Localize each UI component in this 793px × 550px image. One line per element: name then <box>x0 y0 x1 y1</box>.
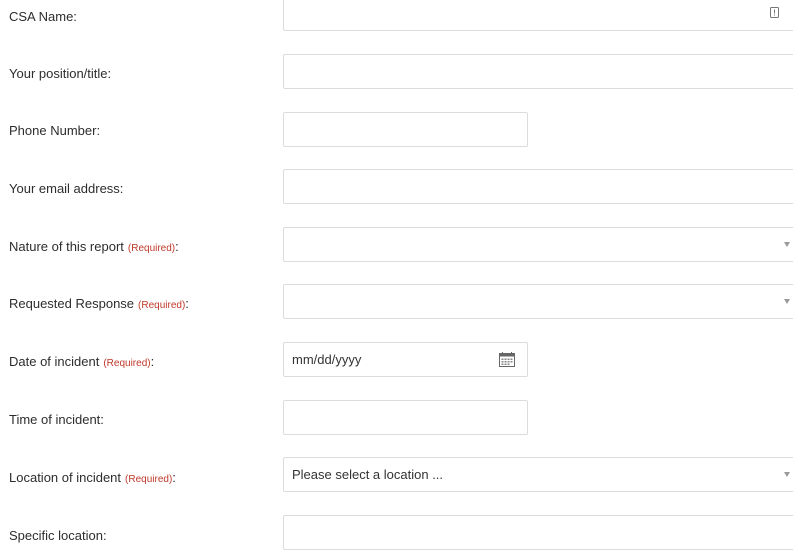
phone-number-input[interactable] <box>283 112 528 147</box>
calendar-icon[interactable] <box>499 352 515 367</box>
location-of-incident-select[interactable]: Please select a location ... <box>283 457 793 492</box>
location-of-incident-label: Location of incident (Required): <box>9 470 176 485</box>
specific-location-input[interactable] <box>283 515 793 550</box>
csa-name-label: CSA Name: <box>9 9 77 24</box>
requested-response-select[interactable] <box>283 284 793 319</box>
specific-location-label: Specific location: <box>9 528 107 543</box>
location-of-incident-value: Please select a location ... <box>292 467 444 482</box>
autofill-contact-icon[interactable] <box>770 7 779 18</box>
date-of-incident-label: Date of incident (Required): <box>9 354 154 369</box>
nature-of-report-select[interactable] <box>283 227 793 262</box>
required-marker: (Required) <box>103 358 151 369</box>
chevron-down-icon[interactable] <box>784 472 790 477</box>
time-of-incident-label: Time of incident: <box>9 412 104 427</box>
label-colon: : <box>172 470 176 485</box>
nature-of-report-label: Nature of this report (Required): <box>9 239 179 254</box>
email-address-input[interactable] <box>283 169 793 204</box>
csa-name-input[interactable] <box>283 0 793 31</box>
chevron-down-icon[interactable] <box>784 299 790 304</box>
required-marker: (Required) <box>127 243 176 254</box>
nature-of-report-label-text: Nature of this report <box>9 239 124 254</box>
required-marker: (Required) <box>138 300 186 311</box>
email-address-label: Your email address: <box>9 181 124 196</box>
date-of-incident-value: mm/dd/yyyy <box>292 352 362 367</box>
phone-number-label: Phone Number: <box>9 123 101 138</box>
position-title-label: Your position/title: <box>9 66 112 81</box>
date-of-incident-label-text: Date of incident <box>9 354 100 369</box>
date-of-incident-input[interactable]: mm/dd/yyyy <box>283 342 528 377</box>
required-marker: (Required) <box>125 474 173 485</box>
label-colon: : <box>185 296 189 311</box>
requested-response-label-text: Requested Response <box>9 296 135 311</box>
time-of-incident-input[interactable] <box>283 400 528 435</box>
location-of-incident-label-text: Location of incident <box>9 470 122 485</box>
chevron-down-icon[interactable] <box>784 242 790 247</box>
position-title-input[interactable] <box>283 54 793 89</box>
requested-response-label: Requested Response (Required): <box>9 296 189 311</box>
label-colon: : <box>175 239 179 254</box>
label-colon: : <box>150 354 155 369</box>
